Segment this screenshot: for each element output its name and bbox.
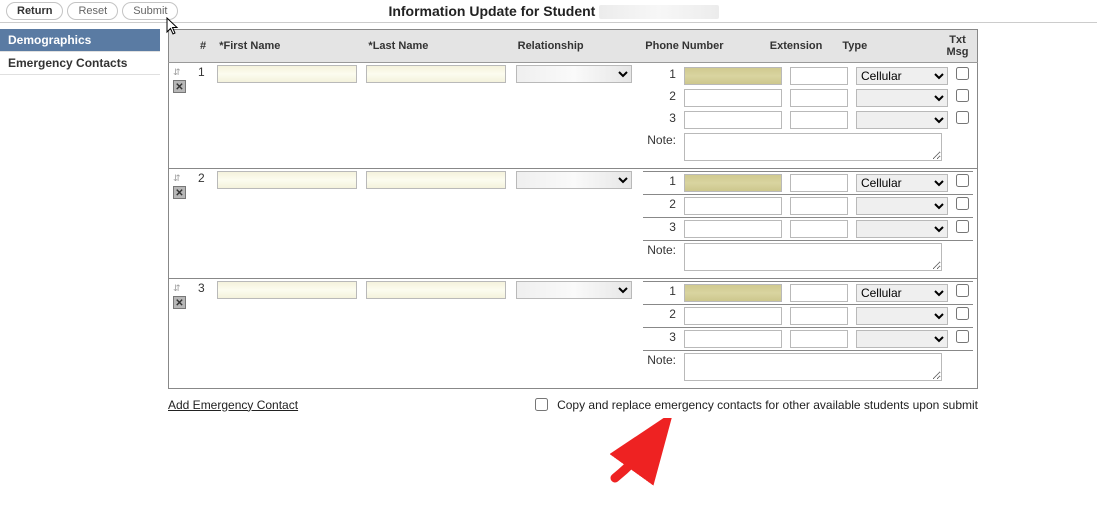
- note-textarea[interactable]: [684, 243, 942, 271]
- phone-number-input[interactable]: [684, 330, 782, 348]
- extension-input[interactable]: [790, 284, 848, 302]
- phone-type-select[interactable]: Cellular: [856, 307, 948, 325]
- col-rel: Relationship: [512, 30, 640, 63]
- relationship-select[interactable]: [516, 281, 632, 299]
- txt-msg-checkbox[interactable]: [956, 330, 969, 343]
- reorder-handle-icon[interactable]: ⇵: [173, 173, 180, 184]
- phone-row-label: 1: [643, 282, 680, 305]
- phone-row-label: 2: [643, 195, 680, 218]
- extension-input[interactable]: [790, 197, 848, 215]
- note-label: Note:: [643, 351, 680, 387]
- delete-row-button[interactable]: ✕: [173, 296, 186, 309]
- submit-button[interactable]: Submit: [122, 2, 178, 20]
- row-number: 2: [194, 169, 213, 279]
- phone-row-label: 3: [643, 218, 680, 241]
- extension-input[interactable]: [790, 330, 848, 348]
- phone-number-input[interactable]: [684, 307, 782, 325]
- return-button[interactable]: Return: [6, 2, 63, 20]
- last-name-input[interactable]: [366, 171, 506, 189]
- col-num: #: [194, 30, 213, 63]
- col-handle: [169, 30, 194, 63]
- phone-number-input[interactable]: [684, 111, 782, 129]
- emergency-contacts-table: # *First Name *Last Name Relationship Ph…: [168, 29, 978, 389]
- table-row: ⇵ ✕ 1 1 Cellular 2 Cellular 3 Cellular Note:: [169, 63, 978, 169]
- first-name-input[interactable]: [217, 65, 357, 83]
- first-name-input[interactable]: [217, 171, 357, 189]
- phone-row-label: 3: [643, 109, 680, 131]
- sidebar: Demographics Emergency Contacts: [0, 23, 160, 434]
- phone-type-select[interactable]: Cellular: [856, 220, 948, 238]
- txt-msg-checkbox[interactable]: [956, 197, 969, 210]
- last-name-input[interactable]: [366, 281, 506, 299]
- phone-row-label: 1: [643, 172, 680, 195]
- note-textarea[interactable]: [684, 133, 942, 161]
- first-name-input[interactable]: [217, 281, 357, 299]
- txt-msg-checkbox[interactable]: [956, 67, 969, 80]
- extension-input[interactable]: [790, 67, 848, 85]
- add-emergency-contact-link[interactable]: Add Emergency Contact: [168, 398, 298, 412]
- annotation-arrow-icon: [585, 418, 685, 488]
- copy-replace-text: Copy and replace emergency contacts for …: [557, 398, 978, 412]
- extension-input[interactable]: [790, 111, 848, 129]
- relationship-select[interactable]: [516, 171, 632, 189]
- phone-number-input[interactable]: [684, 89, 782, 107]
- sidebar-item-demographics[interactable]: Demographics: [0, 29, 160, 52]
- txt-msg-checkbox[interactable]: [956, 174, 969, 187]
- last-name-input[interactable]: [366, 65, 506, 83]
- phone-row-label: 3: [643, 328, 680, 351]
- phone-type-select[interactable]: Cellular: [856, 284, 948, 302]
- txt-msg-checkbox[interactable]: [956, 89, 969, 102]
- txt-msg-checkbox[interactable]: [956, 307, 969, 320]
- col-type: Type: [836, 30, 938, 63]
- reorder-handle-icon[interactable]: ⇵: [173, 67, 180, 78]
- col-first: *First Name: [213, 30, 362, 63]
- phone-type-select[interactable]: Cellular: [856, 89, 948, 107]
- phone-number-input[interactable]: [684, 67, 782, 85]
- note-textarea[interactable]: [684, 353, 942, 381]
- reset-button[interactable]: Reset: [67, 2, 118, 20]
- phone-number-input[interactable]: [684, 284, 782, 302]
- col-ext: Extension: [764, 30, 837, 63]
- phone-type-select[interactable]: Cellular: [856, 197, 948, 215]
- top-toolbar: Return Reset Submit Information Update f…: [0, 0, 1097, 23]
- txt-msg-checkbox[interactable]: [956, 220, 969, 233]
- extension-input[interactable]: [790, 307, 848, 325]
- extension-input[interactable]: [790, 89, 848, 107]
- row-number: 1: [194, 63, 213, 169]
- delete-row-button[interactable]: ✕: [173, 80, 186, 93]
- txt-msg-checkbox[interactable]: [956, 284, 969, 297]
- relationship-select[interactable]: [516, 65, 632, 83]
- phone-number-input[interactable]: [684, 174, 782, 192]
- copy-replace-checkbox[interactable]: [535, 398, 548, 411]
- phone-number-input[interactable]: [684, 220, 782, 238]
- phone-row-label: 2: [643, 87, 680, 109]
- phone-type-select[interactable]: Cellular: [856, 330, 948, 348]
- phone-type-select[interactable]: Cellular: [856, 174, 948, 192]
- phone-type-select[interactable]: Cellular: [856, 67, 948, 85]
- phone-number-input[interactable]: [684, 197, 782, 215]
- phone-row-label: 2: [643, 305, 680, 328]
- reorder-handle-icon[interactable]: ⇵: [173, 283, 180, 294]
- col-txt: Txt Msg: [938, 30, 977, 63]
- col-phone: Phone Number: [639, 30, 763, 63]
- col-last: *Last Name: [362, 30, 511, 63]
- table-row: ⇵ ✕ 3 1 Cellular 2 Cellular 3 Cellular Note:: [169, 279, 978, 389]
- extension-input[interactable]: [790, 220, 848, 238]
- phone-row-label: 1: [643, 65, 680, 87]
- student-name-redacted: [599, 5, 719, 19]
- table-row: ⇵ ✕21Cellular2Cellular3CellularNote:: [169, 169, 978, 279]
- page-title: Information Update for Student: [388, 3, 719, 19]
- txt-msg-checkbox[interactable]: [956, 111, 969, 124]
- phone-type-select[interactable]: Cellular: [856, 111, 948, 129]
- delete-row-button[interactable]: ✕: [173, 186, 186, 199]
- row-number: 3: [194, 279, 213, 389]
- note-label: Note:: [643, 131, 680, 166]
- copy-replace-label[interactable]: Copy and replace emergency contacts for …: [531, 395, 978, 414]
- note-label: Note:: [643, 241, 680, 277]
- extension-input[interactable]: [790, 174, 848, 192]
- sidebar-item-emergency-contacts[interactable]: Emergency Contacts: [0, 52, 160, 75]
